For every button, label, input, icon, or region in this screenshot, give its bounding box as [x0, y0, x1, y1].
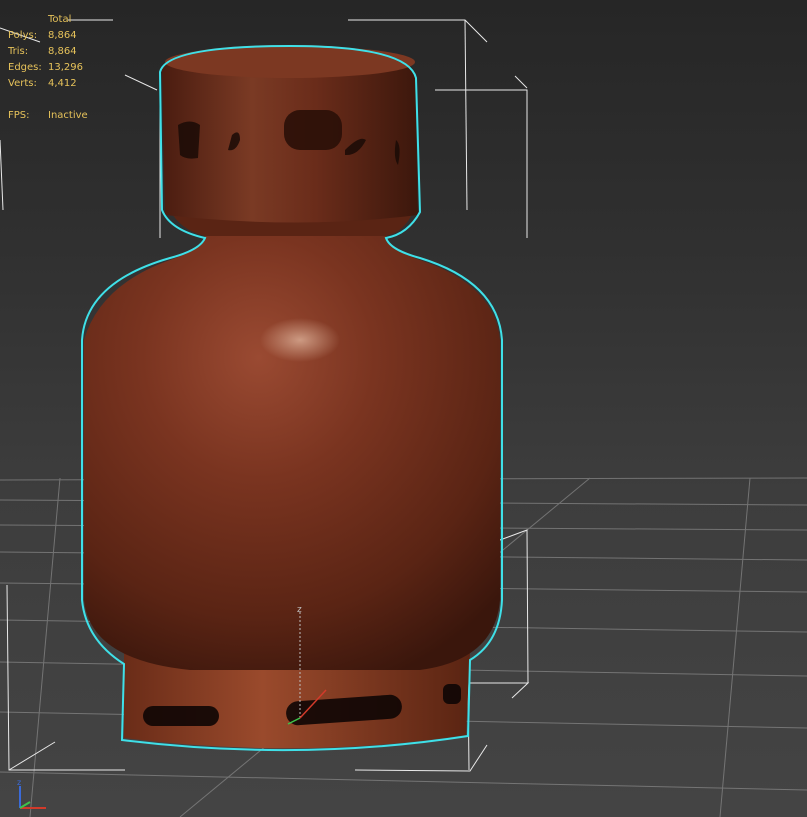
stats-polys-value: 8,864	[48, 30, 77, 41]
stats-tris-value: 8,864	[48, 46, 77, 57]
viewport-scene[interactable]: z z	[0, 0, 807, 817]
tripod-z-label: z	[17, 778, 21, 787]
stats-verts-value: 4,412	[48, 78, 77, 89]
stats-tris-label: Tris:	[8, 46, 29, 57]
stats-fps-value: Inactive	[48, 110, 88, 121]
stats-total-header: Total	[48, 14, 72, 25]
tank-body	[84, 236, 500, 670]
stats-edges-label: Edges:	[8, 62, 42, 73]
stats-edges-value: 13,296	[48, 62, 83, 73]
gas-tank-model[interactable]	[84, 45, 500, 749]
stats-verts-label: Verts:	[8, 78, 37, 89]
gizmo-z-label: z	[297, 605, 302, 615]
stats-fps-label: FPS:	[8, 110, 30, 121]
perspective-viewport[interactable]: z z Total Polys: 8,864 Tris: 8,864 Edges…	[0, 0, 807, 817]
stats-polys-label: Polys:	[8, 30, 38, 41]
